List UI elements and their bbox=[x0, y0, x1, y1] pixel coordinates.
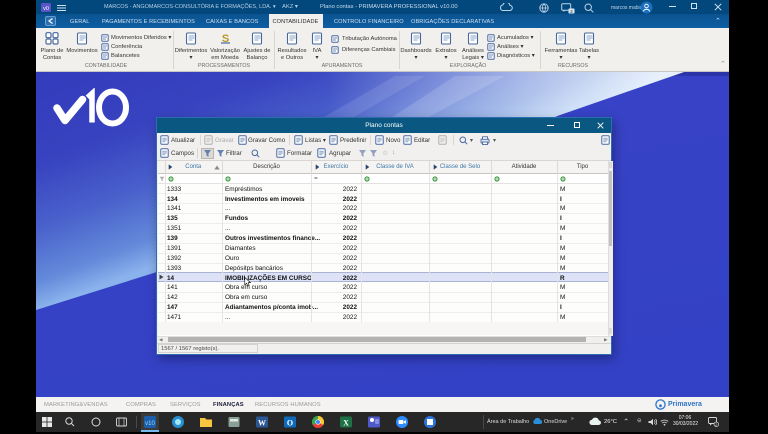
svg-text:O: O bbox=[287, 419, 293, 428]
svg-text:v0: v0 bbox=[43, 6, 49, 12]
svg-text:v10: v10 bbox=[145, 421, 155, 427]
svg-text:W: W bbox=[258, 419, 266, 428]
svg-text:X: X bbox=[343, 419, 349, 428]
